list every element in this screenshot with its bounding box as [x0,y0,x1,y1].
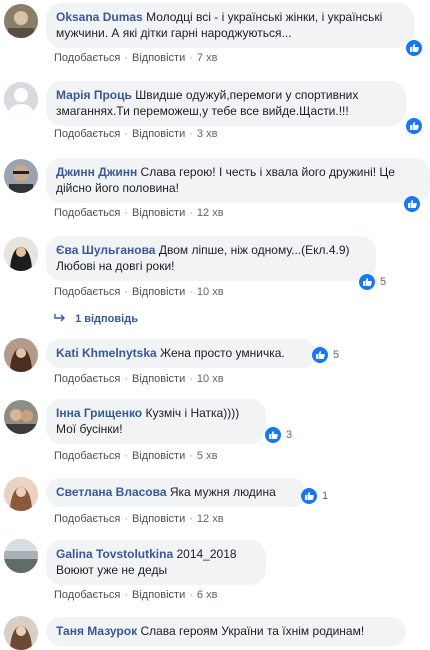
like-reaction-icon [405,117,423,135]
like-link[interactable]: Подобається [54,207,120,219]
reaction-number: 5 [380,276,387,288]
reply-link[interactable]: Відповісти [132,286,185,298]
reply-arrow-icon [54,314,65,322]
comment-bubble: Kati Khmelnytska Жена просто умничка. [46,339,316,368]
comment-actions: Подобається · Відповісти · 6 хв [54,589,218,601]
like-link[interactable]: Подобається [54,513,120,525]
comment-time[interactable]: 5 хв [197,450,218,462]
like-reaction-icon [264,426,282,444]
comment-time[interactable]: 3 хв [197,128,218,140]
like-link[interactable]: Подобається [54,373,120,385]
comment-time[interactable]: 10 хв [197,286,224,298]
like-reaction-icon [403,195,421,213]
comment-actions: Подобається · Відповісти · 12 хв [54,513,224,525]
reaction-count[interactable]: 5 [358,273,386,291]
comment-actions: Подобається · Відповісти · 7 хв [54,52,218,64]
avatar[interactable] [4,477,38,511]
comment-bubble: Oksana Dumas Молодці всі - і українські … [46,3,414,48]
reaction-number: 1 [322,490,329,502]
comment-bubble: Galina Tovstolutkina 2014_2018 Воюют уже… [46,540,266,585]
reaction-number: 3 [286,429,293,441]
reaction-count[interactable] [405,39,423,57]
comment-actions: Подобається · Відповісти · 5 хв [54,450,218,462]
avatar[interactable] [4,237,38,271]
reaction-count[interactable] [405,117,423,135]
comment-time[interactable]: 12 хв [197,513,224,525]
like-link[interactable]: Подобається [54,589,120,601]
comment-author[interactable]: Марія Проць [56,88,132,102]
comment-time[interactable]: 7 хв [197,52,218,64]
comment-author[interactable]: Galina Tovstolutkina [56,547,173,561]
replies-count[interactable]: 1 відповідь [75,313,138,325]
reply-link[interactable]: Відповісти [132,589,185,601]
comment-text: Слава героям України та їхнім родинам! [140,624,365,638]
reply-link[interactable]: Відповісти [132,373,185,385]
view-replies-link[interactable]: 1 відповідь [54,313,138,325]
comment-author[interactable]: Светлана Власова [56,485,167,499]
like-link[interactable]: Подобається [54,128,120,140]
comment-bubble: Марія Проць Швидше одужуй,перемоги у спо… [46,81,406,126]
comment-time[interactable]: 10 хв [197,373,224,385]
reply-link[interactable]: Відповісти [132,128,185,140]
reply-link[interactable]: Відповісти [132,513,185,525]
like-link[interactable]: Подобається [54,450,120,462]
comment-author[interactable]: Єва Шульганова [56,243,155,257]
comment-bubble: Таня Мазурок Слава героям України та їхн… [46,617,406,646]
comment-actions: Подобається · Відповісти · 12 хв [54,207,224,219]
comment-author[interactable]: Таня Мазурок [56,624,137,638]
avatar[interactable] [4,616,38,650]
comment-bubble: Єва Шульганова Двом ліпше, ніж одному...… [46,236,376,281]
reply-link[interactable]: Відповісти [132,207,185,219]
avatar[interactable] [4,159,38,193]
like-link[interactable]: Подобається [54,286,120,298]
comment-actions: Подобається · Відповісти · 10 хв [54,286,224,298]
reaction-count[interactable]: 5 [311,346,339,364]
reaction-number: 5 [333,349,340,361]
reaction-count[interactable] [403,195,421,213]
reply-link[interactable]: Відповісти [132,52,185,64]
comment-text: Жена просто умничка. [160,346,285,360]
comment-actions: Подобається · Відповісти · 3 хв [54,128,218,140]
comment-author[interactable]: Джинн Джинн [56,165,137,179]
comment-bubble: Інна Грищенко Кузміч і Натка)))) Мої бус… [46,399,266,444]
reply-link[interactable]: Відповісти [132,450,185,462]
avatar[interactable] [4,539,38,573]
comment-author[interactable]: Kati Khmelnytska [56,346,157,360]
like-reaction-icon [358,273,376,291]
like-reaction-icon [405,39,423,57]
comment-text: Яка мужня людина [169,485,276,499]
comment-time[interactable]: 12 хв [197,207,224,219]
avatar[interactable] [4,4,38,38]
reaction-count[interactable]: 1 [300,487,328,505]
reaction-count[interactable]: 3 [264,426,292,444]
comment-bubble: Джинн Джинн Слава герою! І честь і хвала… [46,158,430,203]
like-reaction-icon [300,487,318,505]
comment-author[interactable]: Інна Грищенко [56,406,142,420]
like-reaction-icon [311,346,329,364]
avatar[interactable] [4,338,38,372]
avatar[interactable] [4,82,38,116]
like-link[interactable]: Подобається [54,52,120,64]
comment-actions: Подобається · Відповісти · 10 хв [54,373,224,385]
comment-time[interactable]: 6 хв [197,589,218,601]
avatar[interactable] [4,400,38,434]
comment-author[interactable]: Oksana Dumas [56,10,143,24]
comment-bubble: Светлана Власова Яка мужня людина [46,478,306,507]
